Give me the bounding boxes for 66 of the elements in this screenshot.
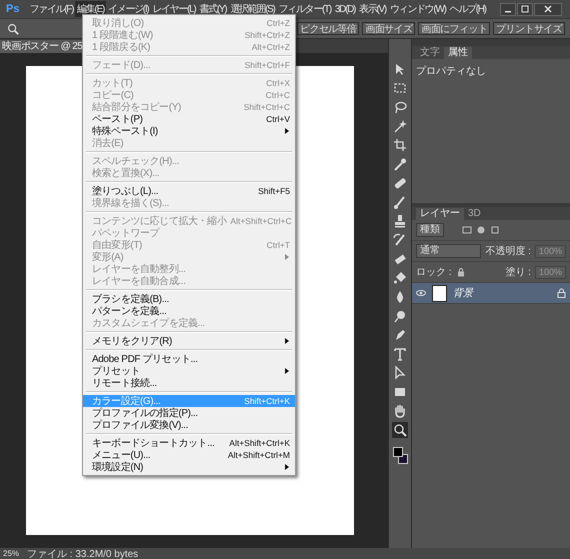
menu-item[interactable]: パターンを定義... bbox=[83, 305, 295, 317]
circle-icon[interactable] bbox=[476, 225, 486, 235]
document-tab[interactable]: 映画ポスター @ 25 bbox=[0, 40, 84, 53]
panel-tab[interactable]: 文字 bbox=[416, 47, 444, 59]
menu-item[interactable]: イメージ(I) bbox=[106, 1, 150, 17]
file-info: ファイル : 33.2M/0 bytes bbox=[27, 548, 138, 559]
layer-name: 背景 bbox=[453, 286, 475, 300]
menu-item[interactable]: 3D(D) bbox=[332, 2, 358, 16]
option-button[interactable]: ピクセル等倍 bbox=[297, 22, 360, 35]
close-icon bbox=[544, 5, 552, 13]
blend-mode-dropdown[interactable]: 通常 bbox=[416, 244, 482, 258]
menu-item[interactable]: 書式(Y) bbox=[197, 1, 228, 17]
bucket-icon[interactable] bbox=[392, 270, 408, 286]
option-button[interactable]: 画面サイズ bbox=[362, 22, 416, 35]
maximize-icon bbox=[521, 5, 529, 13]
lock-label: ロック : bbox=[416, 266, 452, 279]
option-button[interactable]: プリントサイズ bbox=[493, 22, 566, 35]
image-icon[interactable] bbox=[462, 225, 472, 235]
menu-item[interactable]: メモリをクリア(R) bbox=[83, 335, 295, 347]
menu-item[interactable]: ペースト(P) Ctrl+V bbox=[83, 113, 295, 125]
menu-item[interactable]: ファイル(F) bbox=[27, 1, 76, 17]
menu-item[interactable]: 塗りつぶし(L)... Shift+F5 bbox=[83, 185, 295, 197]
eye-icon[interactable] bbox=[416, 289, 426, 297]
menu-item[interactable]: ヘルプ(H) bbox=[448, 1, 488, 17]
menu-item[interactable]: 表示(V) bbox=[357, 1, 388, 17]
option-button[interactable]: 画面にフィット bbox=[418, 22, 490, 35]
type-tool-icon[interactable] bbox=[392, 346, 408, 362]
stamp-icon[interactable] bbox=[392, 213, 408, 229]
layer-thumbnail bbox=[432, 284, 447, 302]
zoom-level[interactable]: 25% bbox=[3, 549, 20, 558]
menu-item[interactable]: メニュー(U)... Alt+Shift+Ctrl+M bbox=[83, 449, 295, 461]
opacity-label: 不透明度 : bbox=[485, 244, 531, 258]
menu-item[interactable]: フィルター(T) bbox=[276, 1, 333, 17]
lock-icon[interactable] bbox=[456, 267, 466, 277]
close-button[interactable] bbox=[534, 2, 562, 16]
menu-item[interactable]: キーボードショートカット... Alt+Shift+Ctrl+K bbox=[83, 437, 295, 449]
menu-item[interactable]: 選択範囲(S) bbox=[228, 1, 277, 17]
menu-item[interactable]: レイヤー(L) bbox=[150, 1, 198, 17]
panel-tab[interactable]: 3D bbox=[464, 208, 485, 220]
square-icon[interactable] bbox=[490, 225, 500, 235]
menu-item[interactable]: ウィンドウ(W) bbox=[388, 1, 448, 17]
menu-item[interactable]: Adobe PDF プリセット... bbox=[83, 353, 295, 365]
fill-label: 塗り : bbox=[505, 266, 531, 279]
crop-icon[interactable] bbox=[392, 137, 408, 153]
eyedropper-icon[interactable] bbox=[392, 156, 408, 172]
menu-item[interactable]: プロファイルの指定(P)... bbox=[83, 407, 295, 419]
layer-row[interactable]: 背景 bbox=[412, 283, 570, 304]
color-swatches-icon[interactable] bbox=[392, 447, 408, 464]
search-icon[interactable] bbox=[6, 22, 20, 36]
panel-tab[interactable]: レイヤー bbox=[416, 208, 464, 220]
wand-icon[interactable] bbox=[392, 118, 408, 134]
menu-item[interactable]: リモート接続... bbox=[83, 377, 295, 389]
menu-item[interactable]: ブラシを定義(B)... bbox=[83, 293, 295, 305]
maximize-button[interactable] bbox=[517, 2, 533, 16]
lollipop-icon[interactable] bbox=[392, 308, 408, 324]
menu-item[interactable]: プリセット bbox=[83, 365, 295, 377]
properties-message: プロパティなし bbox=[416, 66, 486, 77]
menu-item[interactable]: 環境設定(N) bbox=[83, 461, 295, 473]
menu-item[interactable]: 特殊ペースト(I) bbox=[83, 125, 295, 137]
minimize-button[interactable] bbox=[500, 2, 516, 16]
hand-icon[interactable] bbox=[392, 403, 408, 419]
panel-tab[interactable]: 属性 bbox=[444, 47, 472, 59]
search-icon[interactable] bbox=[392, 422, 408, 438]
app-logo: Ps bbox=[5, 3, 20, 15]
filter-dropdown[interactable]: 種類 bbox=[416, 223, 444, 237]
menu-item[interactable]: プロファイル変換(V)... bbox=[83, 419, 295, 431]
